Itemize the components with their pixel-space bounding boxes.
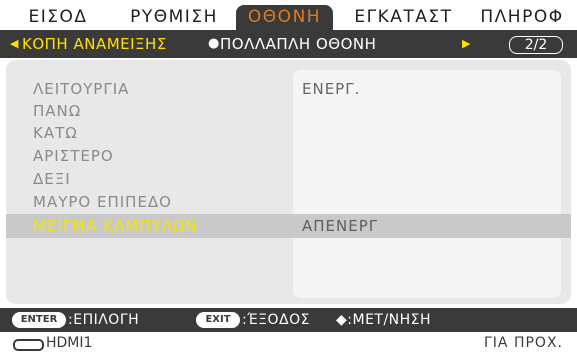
projector-osd: ΕΙΣΟΔ ΡΥΘΜΙΣΗ ΟΘΟΝΗ ΕΓΚΑΤΑΣΤ ΠΛΗΡΟΦ ◀ ΚΟ… <box>0 0 577 355</box>
exit-key-badge: EXIT <box>196 312 240 328</box>
tab-adjust[interactable]: ΡΥΘΜΙΣΗ <box>122 5 226 30</box>
row-label: ΑΡΙΣΤΕΡΟ <box>33 147 114 165</box>
enter-help-text: :ΕΠΙΛΟΓΗ <box>68 312 140 328</box>
help-bar: ENTER :ΕΠΙΛΟΓΗ EXIT :ΈΞΟΔΟΣ ◆:ΜΕΤ/ΝΗΣΗ <box>0 308 577 332</box>
row-function[interactable]: ΛΕΙΤΟΥΡΓΙΑ ΕΝΕΡΓ. <box>6 77 571 101</box>
row-label: ΛΕΙΤΟΥΡΓΙΑ <box>33 80 130 98</box>
submenu-left-arrow-icon[interactable]: ◀ <box>10 30 19 58</box>
submenu-multi-screen[interactable]: ΠΟΛΛΑΠΛΗ ΟΘΟΝΗ <box>220 30 376 58</box>
submenu-right-arrow-icon[interactable]: ▶ <box>462 30 471 58</box>
hdmi-connector-icon <box>13 339 44 351</box>
page-indicator: 2/2 <box>509 36 563 54</box>
row-label: ΔΕΞΙ <box>33 170 71 188</box>
row-black-level[interactable]: ΜΑΥΡΟ ΕΠΙΠΕΔΟ <box>6 190 571 214</box>
row-label: ΜΕΙΓΜΑ ΚΑΜΠΥΛΩΝ <box>33 217 198 235</box>
submenu-separator-dot: ● <box>208 36 220 51</box>
submenu-bar: ◀ ΚΟΠΗ ΑΝΑΜΕΙΞΗΣ ● ΠΟΛΛΑΠΛΗ ΟΘΟΝΗ ▶ 2/2 <box>0 30 577 58</box>
row-top[interactable]: ΠΑΝΩ <box>6 99 571 123</box>
exit-help-text: :ΈΞΟΔΟΣ <box>242 312 310 328</box>
settings-panel: ΛΕΙΤΟΥΡΓΙΑ ΕΝΕΡΓ. ΠΑΝΩ ΚΑΤΩ ΑΡΙΣΤΕΡΟ ΔΕΞ… <box>6 60 571 304</box>
row-value: ΑΠΕΝΕΡΓ <box>302 217 379 235</box>
tab-display[interactable]: ΟΘΟΝΗ <box>236 5 333 30</box>
move-help-text: ◆:ΜΕΤ/ΝΗΣΗ <box>336 312 432 328</box>
tab-input[interactable]: ΕΙΣΟΔ <box>14 5 102 30</box>
enter-key-badge: ENTER <box>12 312 66 328</box>
input-source-label: HDMI1 <box>46 335 93 351</box>
menu-tabs: ΕΙΣΟΔ ΡΥΘΜΙΣΗ ΟΘΟΝΗ ΕΓΚΑΤΑΣΤ ΠΛΗΡΟΦ <box>0 0 577 30</box>
status-bar: HDMI1 ΓΙΑ ΠΡΟΧ. <box>0 332 577 355</box>
row-label: ΠΑΝΩ <box>33 102 82 120</box>
row-label: ΚΑΤΩ <box>33 124 78 142</box>
tab-info[interactable]: ΠΛΗΡΟΦ <box>474 5 570 30</box>
row-bottom[interactable]: ΚΑΤΩ <box>6 121 571 145</box>
row-right[interactable]: ΔΕΞΙ <box>6 167 571 191</box>
row-label: ΜΑΥΡΟ ΕΠΙΠΕΔΟ <box>33 193 172 211</box>
info-label: ΓΙΑ ΠΡΟΧ. <box>484 335 563 351</box>
tab-setup[interactable]: ΕΓΚΑΤΑΣΤ <box>345 5 462 30</box>
row-blend-curve[interactable]: ΜΕΙΓΜΑ ΚΑΜΠΥΛΩΝ ΑΠΕΝΕΡΓ <box>6 214 571 238</box>
row-value: ΕΝΕΡΓ. <box>302 80 361 98</box>
row-left[interactable]: ΑΡΙΣΤΕΡΟ <box>6 144 571 168</box>
submenu-edge-blending[interactable]: ΚΟΠΗ ΑΝΑΜΕΙΞΗΣ <box>22 30 167 58</box>
